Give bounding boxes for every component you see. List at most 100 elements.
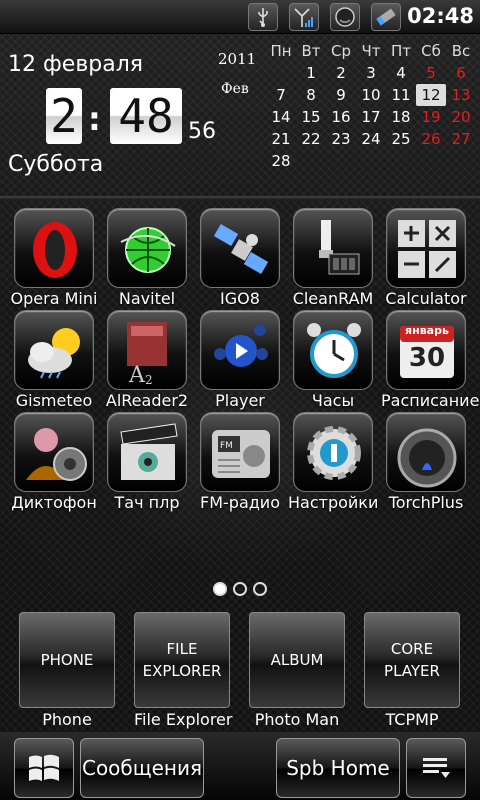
calendar-day[interactable]: 20 [446,106,476,128]
page-dot-1[interactable] [213,582,227,596]
menu-button[interactable] [406,738,466,798]
calendar-day[interactable]: 6 [446,62,476,84]
status-clock[interactable]: 02:48 [407,4,474,28]
page-dot-2[interactable] [233,582,247,596]
start-button[interactable] [14,738,74,798]
alarm-clock-icon [294,311,372,389]
app-tile[interactable]: A2 [107,310,187,390]
spb-home-button[interactable]: Spb Home [276,738,400,798]
messages-button[interactable]: Сообщения [80,738,204,798]
calendar-day[interactable]: 18 [386,106,416,128]
dictaphone-icon [15,413,93,491]
app-tile[interactable] [293,208,373,288]
app-tile[interactable] [386,412,466,492]
hour-flip[interactable]: 2 [46,88,82,144]
calendar-day[interactable]: 24 [356,128,386,150]
app-тач-плр[interactable]: Тач плр [102,412,192,512]
weekday-header: Сб [421,42,441,60]
calendar-day[interactable]: 19 [416,106,446,128]
app-tile[interactable] [200,310,280,390]
page-dot-3[interactable] [253,582,267,596]
app-tile[interactable] [14,310,94,390]
calendar-day[interactable]: 23 [326,128,356,150]
calendar-day[interactable]: 26 [416,128,446,150]
edit-icon[interactable] [371,3,401,31]
app-tile[interactable] [293,310,373,390]
dock-album[interactable]: ALBUM Photo Man [249,612,345,729]
calendar-day[interactable]: 11 [386,84,416,106]
app-label: Диктофон [11,493,97,512]
app-torchplus[interactable]: TorchPlus [381,412,471,512]
widget-date[interactable]: 12 февраля [8,52,143,77]
app-tile[interactable] [293,412,373,492]
usb-icon[interactable] [248,3,278,31]
app-tile[interactable] [386,208,466,288]
calendar-day[interactable]: 9 [326,84,356,106]
calendar-day[interactable]: 21 [266,128,296,150]
calendar-day [266,62,296,84]
satellite-icon [201,209,279,287]
app-cleanram[interactable]: CleanRAM [288,208,378,308]
app-tile[interactable] [200,208,280,288]
app-igo8[interactable]: IGO8 [195,208,285,308]
calendar-day[interactable]: 5 [416,62,446,84]
calendar-header: Пн Вт Ср Чт Пт Сб Вс [266,40,476,62]
app-tile[interactable]: январь 30 [386,310,466,390]
clapperboard-icon [108,413,186,491]
signal-icon[interactable] [289,3,319,31]
calendar-day[interactable]: 15 [296,106,326,128]
calendar-day[interactable]: 1 [296,62,326,84]
calendar-day[interactable]: 7 [266,84,296,106]
app-alreader2[interactable]: A 2 AlReader2 [102,310,192,410]
app-opera-mini[interactable]: Opera Mini [9,208,99,308]
calendar-day[interactable]: 16 [326,106,356,128]
calendar-day[interactable]: 13 [446,84,476,106]
battery-icon[interactable] [330,3,360,31]
dock-file-explorer[interactable]: FILE EXPLORER File Explorer [134,612,232,729]
calendar-day[interactable]: 22 [296,128,326,150]
calendar-week: 21 22 23 24 25 26 27 [266,128,476,150]
calendar-day[interactable]: 14 [266,106,296,128]
calendar-day[interactable]: 8 [296,84,326,106]
calendar-day[interactable]: 4 [386,62,416,84]
calendar-day[interactable]: 27 [446,128,476,150]
app-tile[interactable] [14,208,94,288]
app-tile[interactable] [107,412,187,492]
dock-label: Phone [42,710,92,729]
app-label: Navitel [118,289,176,308]
calendar-day[interactable]: 2 [326,62,356,84]
album-button[interactable]: ALBUM [249,612,345,708]
calendar-day[interactable]: 10 [356,84,386,106]
app-расписание[interactable]: январь 30 Расписание [381,310,479,410]
calendar-week: 14 15 16 17 18 19 20 [266,106,476,128]
phone-button[interactable]: PHONE [19,612,115,708]
calendar-year: 2011 [218,50,257,68]
core-player-button[interactable]: CORE PLAYER [364,612,460,708]
dock-phone[interactable]: PHONE Phone [19,612,115,729]
settings-icon [294,413,372,491]
calendar-day[interactable]: 12 [416,84,446,106]
navitel-icon [108,209,186,287]
memory-brush-icon [294,209,372,287]
app-часы[interactable]: Часы [288,310,378,410]
app-tile[interactable] [14,412,94,492]
app-tile[interactable]: FM [200,412,280,492]
app-tile[interactable] [107,208,187,288]
app-navitel[interactable]: Navitel [102,208,192,308]
app-настройки[interactable]: Настройки [288,412,378,512]
minutes-flip[interactable]: 48 [110,88,182,144]
dock-core-player[interactable]: CORE PLAYER TCPMP [364,612,460,729]
app-диктофон[interactable]: Диктофон [9,412,99,512]
calendar-grid[interactable]: Пн Вт Ср Чт Пт Сб Вс 1 2 3 4 5 6 7 8 9 10 11 12 13 14 15 16 17 1… [266,40,476,172]
seconds-label: 56 [188,119,216,144]
app-calculator[interactable]: Calculator [381,208,471,308]
app-player[interactable]: Player [195,310,285,410]
file-explorer-button[interactable]: FILE EXPLORER [134,612,230,708]
calendar-day[interactable]: 17 [356,106,386,128]
dock-label: TCPMP [385,710,439,729]
app-fm-радио[interactable]: FM FM-радио [195,412,285,512]
app-gismeteo[interactable]: Gismeteo [9,310,99,410]
calendar-day[interactable]: 25 [386,128,416,150]
calendar-day[interactable]: 28 [266,150,296,172]
calendar-day[interactable]: 3 [356,62,386,84]
